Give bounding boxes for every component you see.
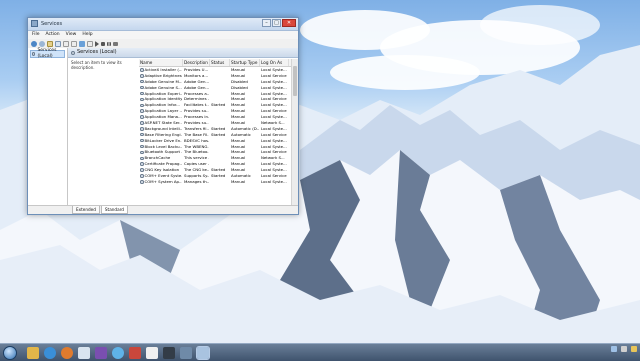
tree-item-services-local[interactable]: Services (Local) xyxy=(30,48,65,59)
view-tabs: Extended Standard xyxy=(28,205,298,214)
column-header-startup-type[interactable]: Startup Type xyxy=(230,59,260,66)
minimize-button[interactable]: – xyxy=(262,19,271,27)
service-gear-icon xyxy=(140,174,144,178)
help-icon[interactable] xyxy=(79,40,85,47)
stop-icon[interactable] xyxy=(101,41,105,46)
media-icon[interactable] xyxy=(95,346,107,359)
table-header: Name Description Status Startup Type Log… xyxy=(139,59,292,67)
service-gear-icon xyxy=(140,121,144,125)
volume-icon[interactable] xyxy=(621,346,627,352)
column-header-name[interactable]: Name xyxy=(139,59,183,66)
tab-standard[interactable]: Standard xyxy=(100,206,128,214)
notepad-icon[interactable] xyxy=(78,346,90,359)
back-icon[interactable] xyxy=(31,40,37,47)
system-tray xyxy=(611,346,637,352)
start-button[interactable] xyxy=(3,345,17,360)
service-gear-icon xyxy=(140,68,144,72)
service-gear-icon xyxy=(140,156,144,161)
service-gear-icon xyxy=(140,91,144,96)
taskbar xyxy=(0,343,640,361)
close-button[interactable]: ✕ xyxy=(282,19,296,27)
gear-icon xyxy=(71,50,75,55)
service-gear-icon xyxy=(140,97,144,102)
service-gear-icon xyxy=(140,162,144,166)
service-gear-icon xyxy=(140,132,144,137)
description-prompt: Select an item to view its description. xyxy=(71,60,122,70)
services-pane: Services (Local) Select an item to view … xyxy=(68,48,298,206)
console-icon[interactable] xyxy=(55,40,61,47)
menu-view[interactable]: View xyxy=(66,31,77,39)
title-bar[interactable]: Services – □ ✕ xyxy=(28,18,298,31)
service-gear-icon xyxy=(140,79,144,84)
cell-startup-type: Manual xyxy=(231,178,246,184)
pause-icon[interactable] xyxy=(107,41,111,46)
scrollbar-thumb[interactable] xyxy=(293,66,297,96)
menu-bar: File Action View Help xyxy=(28,31,298,39)
tree-item-label: Services (Local) xyxy=(37,48,57,59)
services-table: Name Description Status Startup Type Log… xyxy=(139,59,292,206)
column-header-log-on-as[interactable]: Log On As xyxy=(260,59,289,66)
service-name-text: COM+ System Ap... xyxy=(144,178,183,184)
column-header-status[interactable]: Status xyxy=(210,59,230,66)
service-gear-icon xyxy=(140,168,144,172)
cell-status xyxy=(210,179,230,185)
search-icon[interactable] xyxy=(146,346,158,359)
services-window[interactable]: Services – □ ✕ File Action View Help Ser… xyxy=(27,17,299,215)
network-icon[interactable] xyxy=(611,346,617,352)
service-gear-icon xyxy=(140,103,144,108)
terminal-icon[interactable] xyxy=(163,346,175,359)
tab-extended[interactable]: Extended xyxy=(72,206,100,214)
settings-icon[interactable] xyxy=(180,346,192,359)
service-gear-icon xyxy=(140,127,144,131)
cell-name: COM+ System Ap... xyxy=(139,179,183,185)
cell-description: Manages th... xyxy=(184,178,210,184)
play-icon[interactable] xyxy=(95,40,99,47)
menu-action[interactable]: Action xyxy=(46,31,60,39)
vertical-scrollbar[interactable] xyxy=(291,59,298,206)
properties-icon[interactable] xyxy=(87,40,93,47)
column-header-description[interactable]: Description xyxy=(183,59,210,66)
window-title: Services xyxy=(41,21,63,27)
service-gear-icon xyxy=(140,144,144,149)
forward-icon[interactable] xyxy=(39,40,45,47)
table-row[interactable]: COM+ System Ap... Manages th... Manual Loca… xyxy=(139,179,292,185)
paint-icon[interactable] xyxy=(129,346,141,359)
service-gear-icon xyxy=(140,150,144,155)
refresh-icon[interactable] xyxy=(63,40,69,47)
service-gear-icon xyxy=(140,74,144,78)
menu-help[interactable]: Help xyxy=(82,31,92,39)
restart-icon[interactable] xyxy=(113,41,118,46)
pane-header: Services (Local) xyxy=(68,48,298,58)
service-gear-icon xyxy=(140,115,144,119)
folder-icon[interactable] xyxy=(47,40,53,47)
services-icon[interactable] xyxy=(196,345,210,360)
chrome-icon[interactable] xyxy=(44,346,56,359)
menu-file[interactable]: File xyxy=(32,31,40,39)
service-gear-icon xyxy=(140,180,144,184)
export-icon[interactable] xyxy=(71,40,77,47)
explorer-icon[interactable] xyxy=(27,346,39,359)
cell-log-on-as: Local Syste... xyxy=(261,178,287,184)
gear-icon xyxy=(32,52,36,56)
services-app-icon xyxy=(31,20,38,27)
maximize-button[interactable]: □ xyxy=(272,19,281,27)
service-gear-icon xyxy=(140,138,144,143)
console-tree: Services (Local) xyxy=(28,48,68,206)
wifi-icon[interactable] xyxy=(112,346,124,359)
firefox-icon[interactable] xyxy=(61,346,73,359)
service-gear-icon xyxy=(140,85,144,90)
notification-icon[interactable] xyxy=(631,346,637,352)
pane-title: Services (Local) xyxy=(77,49,117,55)
service-gear-icon xyxy=(140,109,144,113)
